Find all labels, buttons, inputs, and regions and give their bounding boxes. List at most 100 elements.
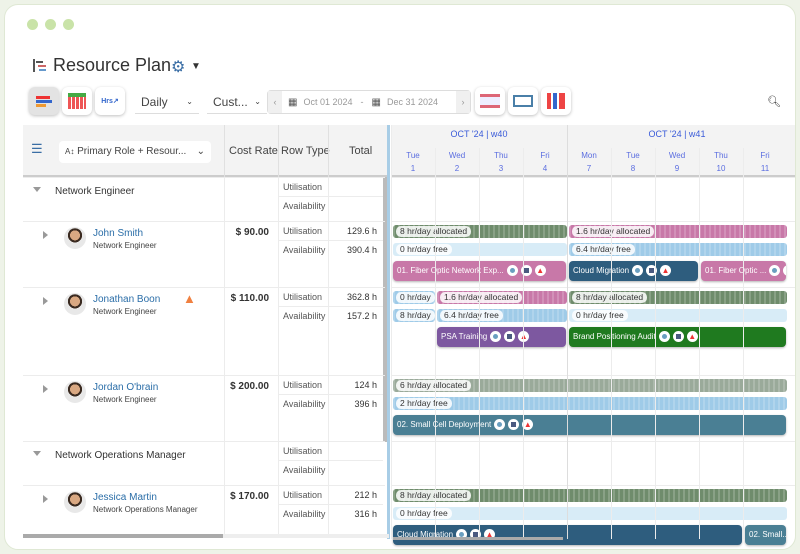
expand-caret-icon[interactable]: [43, 495, 48, 503]
star-icon: [658, 331, 670, 343]
view-scale-value: Daily: [141, 94, 168, 109]
grid-horizontal-scrollbar[interactable]: [23, 534, 389, 538]
kpi-chart-button[interactable]: [541, 87, 571, 115]
resource-role: Network Engineer: [93, 241, 157, 250]
utilisation-bar[interactable]: 8 hr/day allocated: [393, 225, 567, 238]
hours-chart-button[interactable]: Hrs↗: [95, 87, 125, 115]
date-range-picker[interactable]: ‹ ▦ Oct 01 2024 - ▦ Dec 31 2024 ›: [267, 90, 471, 114]
resource-role: Network Engineer: [93, 395, 157, 404]
week-header: OCT '24 | w41: [648, 129, 706, 139]
row-type-label: Utilisation: [283, 226, 323, 236]
column-header-cost-rate[interactable]: Cost Rate: [229, 145, 278, 157]
availability-bar[interactable]: 0 hr/day free: [393, 243, 567, 256]
utilisation-bar-label: 8 hr/day allocated: [396, 490, 472, 501]
resource-name-link[interactable]: John Smith: [93, 228, 143, 239]
row-type-label: Utilisation: [283, 490, 323, 500]
square-icon: [672, 331, 684, 343]
day-name: Wed: [668, 151, 686, 160]
end-date[interactable]: Dec 31 2024: [387, 97, 438, 107]
utilisation-bar[interactable]: 1.6 hr/day allocated: [437, 291, 567, 304]
task-label: 02. Small...: [749, 530, 786, 539]
availability-bar[interactable]: 0 hr/day free: [569, 309, 787, 322]
window-dot: [45, 19, 56, 30]
task-bar[interactable]: 02. Small Cell Deployment: [393, 415, 786, 435]
day-header: Thu 3: [479, 149, 523, 175]
resource-name-link[interactable]: Jonathan Boon: [93, 294, 160, 305]
row-type-label: Availability: [283, 311, 326, 321]
day-name: Fri: [760, 151, 770, 160]
range-select[interactable]: Cust... ⌄: [207, 90, 267, 114]
star-icon: [490, 331, 502, 343]
utilisation-bar[interactable]: 8 hr/day allocated: [569, 291, 787, 304]
column-header-row-type[interactable]: Row Type: [281, 145, 330, 157]
utilisation-bar[interactable]: 0 hr/day: [393, 291, 435, 304]
cost-rate: $ 110.00: [230, 293, 269, 304]
utilisation-bar[interactable]: 8 hr/day allocated: [393, 489, 787, 502]
square-icon: [504, 331, 516, 343]
gantt-view-button[interactable]: [29, 87, 59, 115]
day-name: Tue: [626, 151, 640, 160]
avatar: [64, 491, 86, 513]
expand-collapse-all-icon[interactable]: ☰: [31, 142, 47, 155]
utilisation-bar[interactable]: 1.6 hr/day allocated: [569, 225, 787, 238]
utilisation-bar-label: 6 hr/day allocated: [396, 380, 472, 391]
task-bar[interactable]: Brand Positioning Audit: [569, 327, 786, 347]
expand-caret-icon[interactable]: [43, 297, 48, 305]
date-separator: -: [360, 97, 364, 107]
group-by-value: Primary Role + Resour...: [77, 146, 187, 157]
triangle-alert-icon: [660, 265, 672, 277]
grid-vertical-scrollbar[interactable]: [383, 177, 387, 442]
heatmap-view-button[interactable]: [62, 87, 92, 115]
chevron-down-icon: ⌄: [196, 146, 205, 157]
calendar-icon: ▦: [371, 96, 381, 108]
day-number: 1: [410, 164, 416, 173]
page-title: Resource Plan: [53, 55, 172, 75]
task-label: Brand Positioning Audit: [573, 332, 656, 341]
availability-bar[interactable]: 6.4 hr/day free: [437, 309, 567, 322]
window-dot: [63, 19, 74, 30]
availability-bar[interactable]: 6.4 hr/day free: [569, 243, 787, 256]
availability-bar[interactable]: 0 hr/day free: [393, 507, 787, 520]
collapse-caret-icon[interactable]: [33, 187, 41, 192]
prev-period-button[interactable]: ‹: [268, 91, 282, 113]
warning-icon: ▲: [183, 291, 196, 306]
row-type-label: Availability: [283, 245, 326, 255]
timeline-horizontal-scrollbar[interactable]: [393, 537, 563, 540]
availability-bar[interactable]: 8 hr/day: [393, 309, 435, 322]
splitter-handle[interactable]: [387, 125, 390, 539]
availability-bar[interactable]: 2 hr/day free: [393, 397, 787, 410]
bar-settings-icon: [480, 94, 500, 108]
day-number: 8: [630, 164, 636, 173]
task-label: 02. Small Cell Deployment: [397, 420, 492, 429]
view-scale-select[interactable]: Daily ⌄: [135, 90, 199, 114]
bar-settings-button[interactable]: [475, 87, 505, 115]
start-date[interactable]: Oct 01 2024: [303, 97, 352, 107]
task-bar[interactable]: PSA Training: [437, 327, 566, 347]
column-header-total[interactable]: Total: [349, 145, 372, 157]
day-name: Thu: [714, 151, 728, 160]
row-type-label: Utilisation: [283, 292, 323, 302]
resource-name-link[interactable]: Jessica Martin: [93, 492, 157, 503]
expand-caret-icon[interactable]: [43, 385, 48, 393]
availability-bar-label: 6.4 hr/day free: [440, 310, 503, 321]
utilisation-bar-label: 8 hr/day allocated: [572, 292, 648, 303]
resource-name-link[interactable]: Jordan O'brain: [93, 382, 158, 393]
utilisation-bar[interactable]: 6 hr/day allocated: [393, 379, 787, 392]
day-name: Wed: [448, 151, 466, 160]
day-number: 2: [454, 164, 460, 173]
day-number: 10: [716, 164, 726, 173]
search-icon[interactable]: 🔍︎: [767, 95, 781, 108]
row-settings-button[interactable]: [508, 87, 538, 115]
row-type-label: Utilisation: [283, 446, 323, 456]
settings-dropdown-caret-icon[interactable]: ▼: [191, 61, 201, 72]
expand-caret-icon[interactable]: [43, 231, 48, 239]
star-icon: [769, 265, 781, 277]
calendar-icon: ▦: [288, 96, 298, 108]
task-bar[interactable]: 02. Small...: [745, 525, 786, 545]
task-bar[interactable]: Cloud Migration: [569, 261, 698, 281]
settings-gear-icon[interactable]: ⚙: [171, 57, 185, 77]
collapse-caret-icon[interactable]: [33, 451, 41, 456]
group-by-select[interactable]: A↕ Primary Role + Resour... ⌄: [59, 141, 211, 163]
next-period-button[interactable]: ›: [456, 91, 470, 113]
row-type-label: Utilisation: [283, 380, 323, 390]
